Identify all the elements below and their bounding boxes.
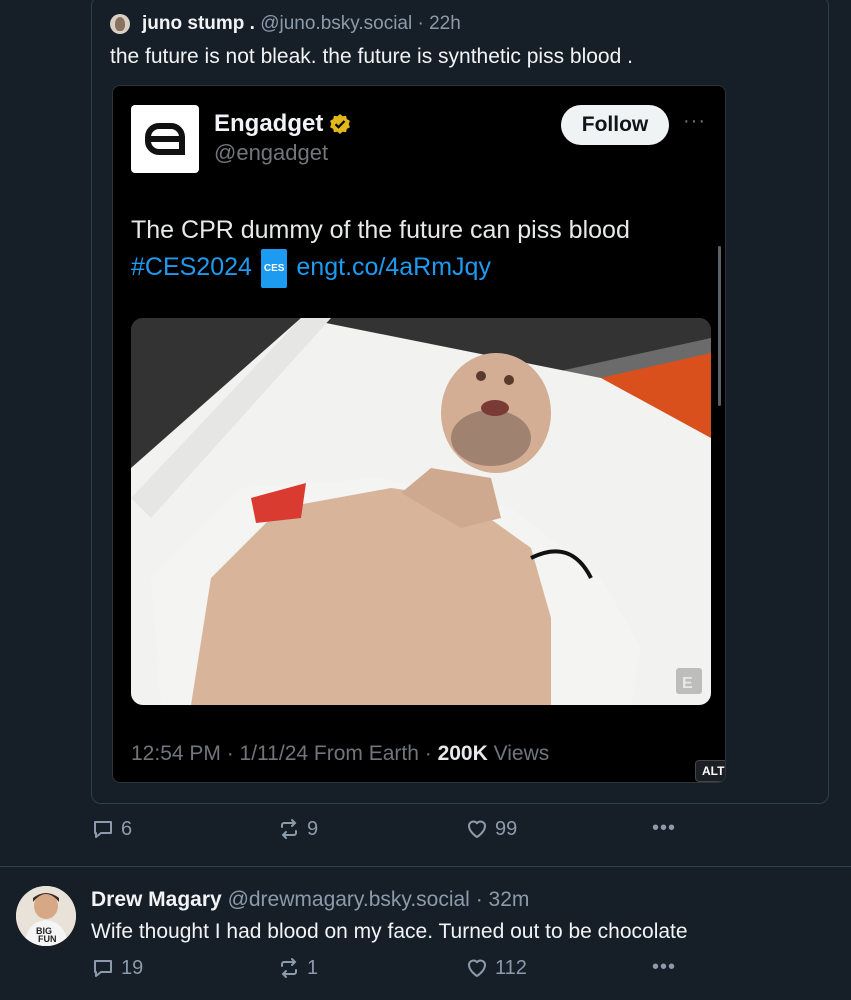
reply-count: 6 [121,817,133,840]
reply-count: 19 [121,956,144,979]
engadget-logo [131,105,199,173]
tweet-account-name: Engadget [214,110,351,138]
tweet-more-icon: ··· [683,110,706,132]
reply-author-avatar[interactable]: BIG FUN [16,886,76,946]
quote-author-handle[interactable]: @juno.bsky.social [260,13,412,35]
reply-button[interactable]: 6 [91,817,132,841]
more-options-icon[interactable]: ••• [652,817,676,840]
tweet-hashtag: #CES2024 [131,253,252,282]
reply-post-age: · 32m [475,888,530,911]
like-count: 112 [495,956,527,979]
quote-post-header: juno stump . @juno.bsky.social · 22h [110,13,461,35]
repost-count: 1 [307,956,319,979]
tweet-body-text: The CPR dummy of the future can piss blo… [131,216,630,244]
repost-icon [281,819,297,839]
heart-icon [468,820,486,838]
reply-author-name[interactable]: Drew Magary [91,888,222,911]
quote-post-age: · 22h [417,13,461,34]
quote-post-text: the future is not bleak. the future is s… [110,45,633,68]
more-options-icon[interactable]: ••• [652,956,676,979]
tweet-meta: 12:54 PM · 1/11/24 From Earth · 200K Vie… [131,742,550,765]
reply-post-header: Drew Magary @drewmagary.bsky.social · 32… [91,888,529,912]
like-count: 99 [495,817,518,840]
quote-author-avatar[interactable] [110,14,130,34]
tweet-body: The CPR dummy of the future can piss blo… [131,212,711,288]
embedded-tweet-image[interactable]: Engadget @engadget Follow ··· The CPR du… [112,85,726,783]
repost-button[interactable]: 9 [277,817,318,841]
repost-button[interactable]: 1 [277,956,318,980]
reply-post-actions: 19 1 112 ••• [0,956,851,986]
quote-post-card[interactable]: juno stump . @juno.bsky.social · 22h the… [91,0,829,804]
follow-button: Follow [561,105,669,145]
like-button[interactable]: 99 [465,817,517,841]
avatar-shirt-text-2: FUN [38,934,57,944]
quote-author-name[interactable]: juno stump . [142,13,255,35]
reply-author-handle[interactable]: @drewmagary.bsky.social [228,888,470,911]
quote-post-actions: 6 9 99 ••• [0,817,851,847]
verified-badge-icon [329,113,351,135]
tweet-account-handle: @engadget [214,140,329,165]
photo-watermark: E [682,675,693,692]
tweet-link: engt.co/4aRmJqy [296,253,491,282]
reply-icon [94,821,112,838]
heart-icon [468,959,486,977]
reply-button[interactable]: 19 [91,956,143,980]
tweet-scrollbar [718,246,721,406]
ces-emoji-icon: CES [260,249,288,288]
reply-icon [94,960,112,977]
repost-count: 9 [307,817,319,840]
post-divider [0,866,851,867]
like-button[interactable]: 112 [465,956,527,980]
alt-text-badge[interactable]: ALT [695,760,725,782]
cpr-dummy-photo: E [131,318,711,705]
reply-post-text: Wife thought I had blood on my face. Tur… [91,920,688,943]
repost-icon [281,958,297,978]
